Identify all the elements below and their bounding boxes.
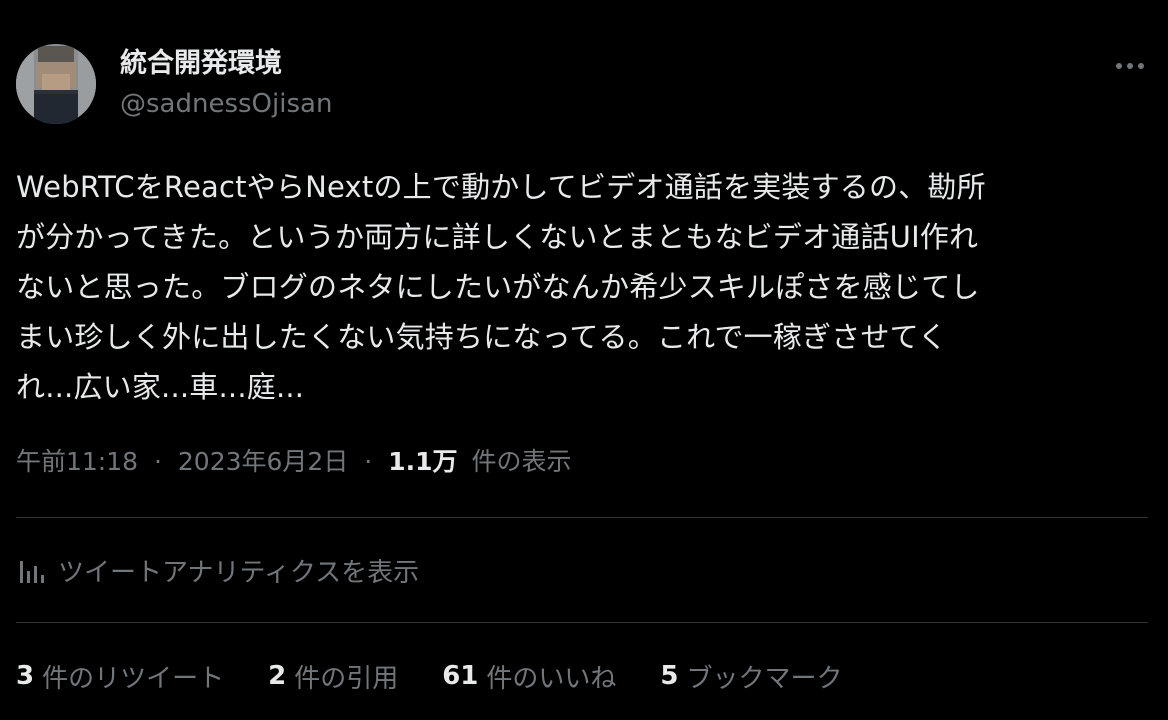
bookmarks-count: 5 [660,661,679,691]
more-options-button[interactable] [1108,50,1152,82]
more-horizontal-icon [1116,63,1144,69]
meta-separator: · [154,447,162,476]
quotes-count: 2 [268,661,287,691]
likes-count: 61 [442,661,479,691]
bookmarks-label: ブックマーク [686,663,843,694]
display-name[interactable]: 統合開発環境 [120,44,332,84]
analytics-label: ツイートアナリティクスを表示 [58,557,420,588]
view-analytics-link[interactable]: ツイートアナリティクスを表示 [16,548,419,592]
divider [16,622,1148,623]
bar-chart-icon [20,561,44,583]
tweet-meta: 午前11:18 · 2023年6月2日 · 1.1万 件の表示 [16,442,571,482]
author-info: 統合開発環境 @sadnessOjisan [120,44,332,124]
retweets-stat[interactable]: 3 件のリツイート [16,658,224,695]
bookmarks-stat[interactable]: 5 ブックマーク [660,658,842,695]
quotes-label: 件の引用 [294,663,399,694]
quotes-stat[interactable]: 2 件の引用 [268,658,398,695]
likes-label: 件のいいね [486,663,617,694]
user-handle[interactable]: @sadnessOjisan [120,84,332,124]
tweet-time[interactable]: 午前11:18 [16,447,138,476]
retweets-label: 件のリツイート [42,663,225,694]
retweets-count: 3 [16,661,35,691]
tweet-text: WebRTCをReactやらNextの上で動かしてビデオ通話を実装するの、勘所 … [16,170,986,404]
engagement-stats: 3 件のリツイート 2 件の引用 61 件のいいね 5 ブックマーク [16,656,887,696]
tweet-date[interactable]: 2023年6月2日 [178,447,348,476]
likes-stat[interactable]: 61 件のいいね [442,658,616,695]
avatar[interactable] [16,44,96,124]
meta-separator: · [364,447,373,476]
divider [16,517,1148,518]
views-label: 件の表示 [471,447,572,476]
tweet-detail: 統合開発環境 @sadnessOjisan WebRTCをReactやらNext… [0,0,1168,720]
views-count: 1.1万 [388,447,458,476]
